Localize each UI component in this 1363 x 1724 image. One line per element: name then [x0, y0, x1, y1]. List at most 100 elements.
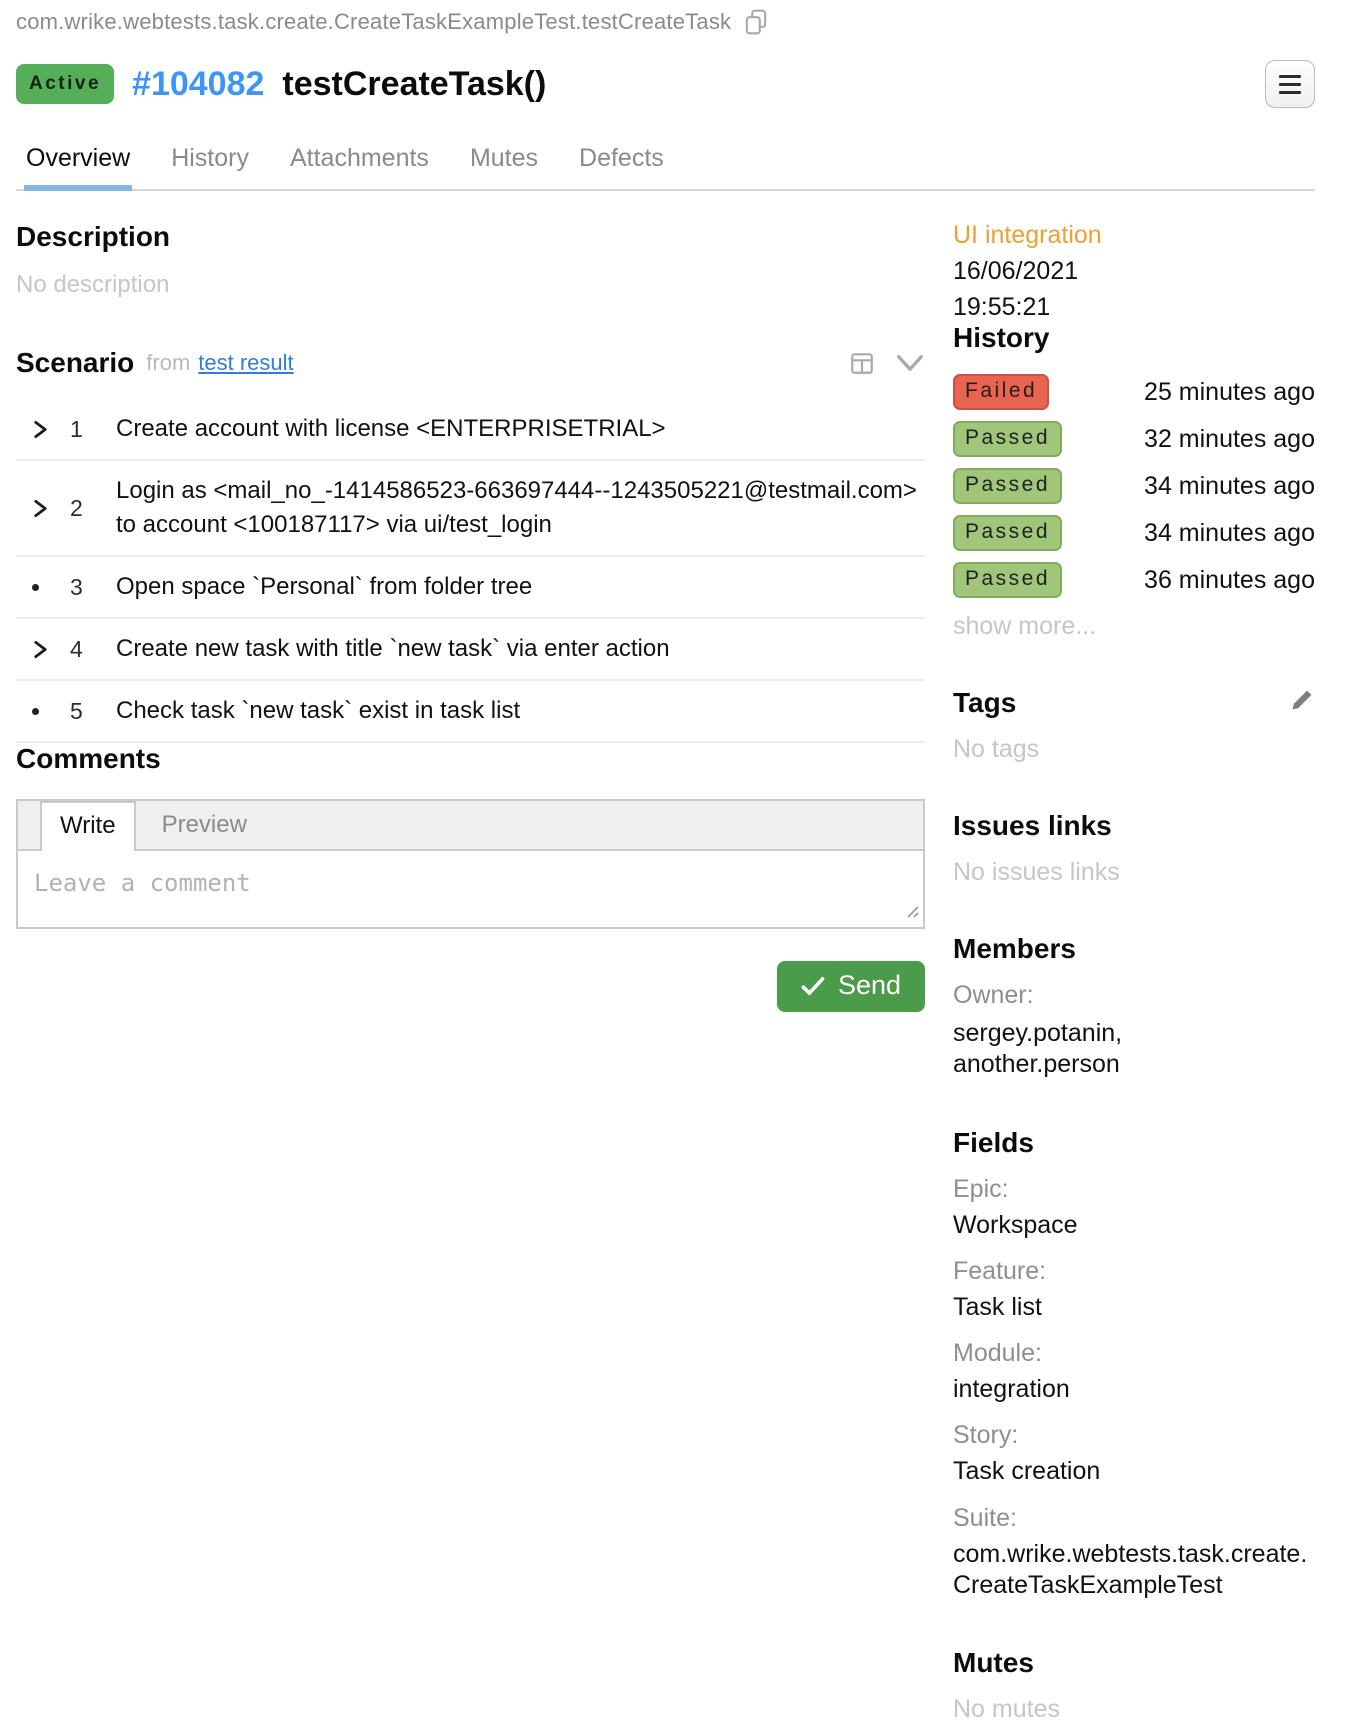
scenario-from-label: from: [146, 350, 190, 376]
history-time: 34 minutes ago: [1144, 472, 1315, 501]
check-icon: [801, 975, 825, 997]
tab-mutes[interactable]: Mutes: [468, 144, 540, 189]
step-number: 1: [70, 416, 102, 443]
chevron-down-icon[interactable]: [895, 352, 925, 374]
description-empty-text: No description: [16, 271, 925, 299]
run-time: 19:55:21: [953, 293, 1315, 322]
description-heading: Description: [16, 221, 925, 253]
main-panel: Description No description Scenario from…: [16, 221, 925, 1724]
history-entry[interactable]: Passed 34 minutes ago: [953, 515, 1315, 551]
field-value: Workspace: [953, 1210, 1315, 1241]
field-label: Feature:: [953, 1257, 1315, 1286]
comment-editor: Write Preview: [16, 799, 925, 929]
field-value: integration: [953, 1374, 1315, 1405]
owner-names: sergey.potanin, another.person: [953, 1018, 1293, 1081]
owner-label: Owner:: [953, 981, 1315, 1010]
history-entry[interactable]: Passed 34 minutes ago: [953, 468, 1315, 504]
scenario-step: 3 Open space `Personal` from folder tree: [16, 557, 925, 619]
status-badge-passed[interactable]: Passed: [953, 562, 1062, 598]
tab-write[interactable]: Write: [40, 801, 136, 851]
issues-links-section: Issues links No issues links: [953, 810, 1315, 887]
history-time: 34 minutes ago: [1144, 519, 1315, 548]
field-value: Task creation: [953, 1456, 1315, 1487]
scenario-step: 5 Check task `new task` exist in task li…: [16, 681, 925, 743]
history-entry[interactable]: Failed 25 minutes ago: [953, 374, 1315, 410]
show-more-link[interactable]: show more...: [953, 612, 1315, 641]
resize-handle[interactable]: [904, 903, 920, 924]
field-value: com.wrike.webtests.task.create.CreateTas…: [953, 1539, 1315, 1602]
mutes-section: Mutes No mutes: [953, 1647, 1315, 1724]
history-entry[interactable]: Passed 36 minutes ago: [953, 562, 1315, 598]
scenario-steps: 1 Create account with license <ENTERPRIS…: [16, 399, 925, 743]
test-result-link[interactable]: test result: [198, 350, 293, 376]
comment-editor-tabs: Write Preview: [18, 801, 923, 851]
history-time: 25 minutes ago: [1144, 378, 1315, 407]
scenario-step[interactable]: 1 Create account with license <ENTERPRIS…: [16, 399, 925, 461]
status-badge-passed[interactable]: Passed: [953, 515, 1062, 551]
issues-links-empty-text: No issues links: [953, 858, 1315, 887]
table-view-icon[interactable]: [849, 350, 875, 376]
step-expand-chevron-icon[interactable]: [32, 499, 70, 518]
step-expand-chevron-icon[interactable]: [32, 420, 70, 439]
field-value: Task list: [953, 1292, 1315, 1323]
step-number: 4: [70, 636, 102, 663]
fields-section: Fields Epic: Workspace Feature: Task lis…: [953, 1127, 1315, 1602]
tab-bar: Overview History Attachments Mutes Defec…: [16, 144, 1315, 191]
step-text: Login as <mail_no_-1414586523-663697444-…: [116, 474, 925, 542]
copy-icon[interactable]: [743, 8, 769, 36]
tab-defects[interactable]: Defects: [577, 144, 666, 189]
history-time: 36 minutes ago: [1144, 566, 1315, 595]
history-list: Failed 25 minutes ago Passed 32 minutes …: [953, 374, 1315, 598]
tab-attachments[interactable]: Attachments: [288, 144, 431, 189]
step-text: Create new task with title `new task` vi…: [116, 632, 670, 666]
comment-input[interactable]: [18, 851, 923, 927]
mutes-heading: Mutes: [953, 1647, 1315, 1679]
issues-links-heading: Issues links: [953, 810, 1315, 842]
scenario-heading: Scenario: [16, 347, 134, 379]
status-badge-failed[interactable]: Failed: [953, 374, 1049, 410]
field-epic: Epic: Workspace: [953, 1175, 1315, 1241]
status-badge-passed[interactable]: Passed: [953, 468, 1062, 504]
field-feature: Feature: Task list: [953, 1257, 1315, 1323]
step-expand-chevron-icon[interactable]: [32, 640, 70, 659]
test-case-page: com.wrike.webtests.task.create.CreateTas…: [0, 0, 1363, 1724]
step-text: Check task `new task` exist in task list: [116, 694, 520, 728]
field-label: Module:: [953, 1339, 1315, 1368]
tags-heading: Tags: [953, 687, 1016, 719]
test-case-id[interactable]: #104082: [132, 65, 264, 104]
page-header: Active #104082 testCreateTask(): [16, 60, 1315, 108]
comments-heading: Comments: [16, 743, 925, 775]
breadcrumb-text: com.wrike.webtests.task.create.CreateTas…: [16, 9, 731, 35]
tags-empty-text: No tags: [953, 735, 1315, 764]
history-heading: History: [953, 322, 1315, 354]
history-time: 32 minutes ago: [1144, 425, 1315, 454]
status-badge-passed[interactable]: Passed: [953, 421, 1062, 457]
step-text: Open space `Personal` from folder tree: [116, 570, 532, 604]
send-button[interactable]: Send: [777, 961, 925, 1012]
sidebar: UI integration 16/06/2021 19:55:21 Histo…: [953, 221, 1315, 1724]
send-button-label: Send: [838, 970, 901, 1001]
history-entry[interactable]: Passed 32 minutes ago: [953, 421, 1315, 457]
pencil-icon[interactable]: [1289, 687, 1315, 713]
hamburger-menu-button[interactable]: [1265, 60, 1315, 108]
step-bullet-icon: [32, 708, 70, 715]
mutes-empty-text: No mutes: [953, 1695, 1315, 1724]
tab-preview[interactable]: Preview: [136, 811, 273, 839]
tab-history[interactable]: History: [169, 144, 251, 189]
status-badge: Active: [16, 64, 114, 104]
field-label: Epic:: [953, 1175, 1315, 1204]
scenario-step[interactable]: 2 Login as <mail_no_-1414586523-66369744…: [16, 461, 925, 557]
members-section: Members Owner: sergey.potanin, another.p…: [953, 933, 1315, 1081]
scenario-step[interactable]: 4 Create new task with title `new task` …: [16, 619, 925, 681]
campaign-link[interactable]: UI integration: [953, 221, 1315, 250]
field-label: Story:: [953, 1421, 1315, 1450]
members-heading: Members: [953, 933, 1315, 965]
step-text: Create account with license <ENTERPRISET…: [116, 412, 666, 446]
breadcrumb: com.wrike.webtests.task.create.CreateTas…: [16, 8, 1315, 36]
page-title: testCreateTask(): [282, 65, 546, 104]
field-story: Story: Task creation: [953, 1421, 1315, 1487]
fields-heading: Fields: [953, 1127, 1315, 1159]
run-date: 16/06/2021: [953, 257, 1315, 286]
tab-overview[interactable]: Overview: [24, 144, 132, 189]
field-suite: Suite: com.wrike.webtests.task.create.Cr…: [953, 1504, 1315, 1602]
